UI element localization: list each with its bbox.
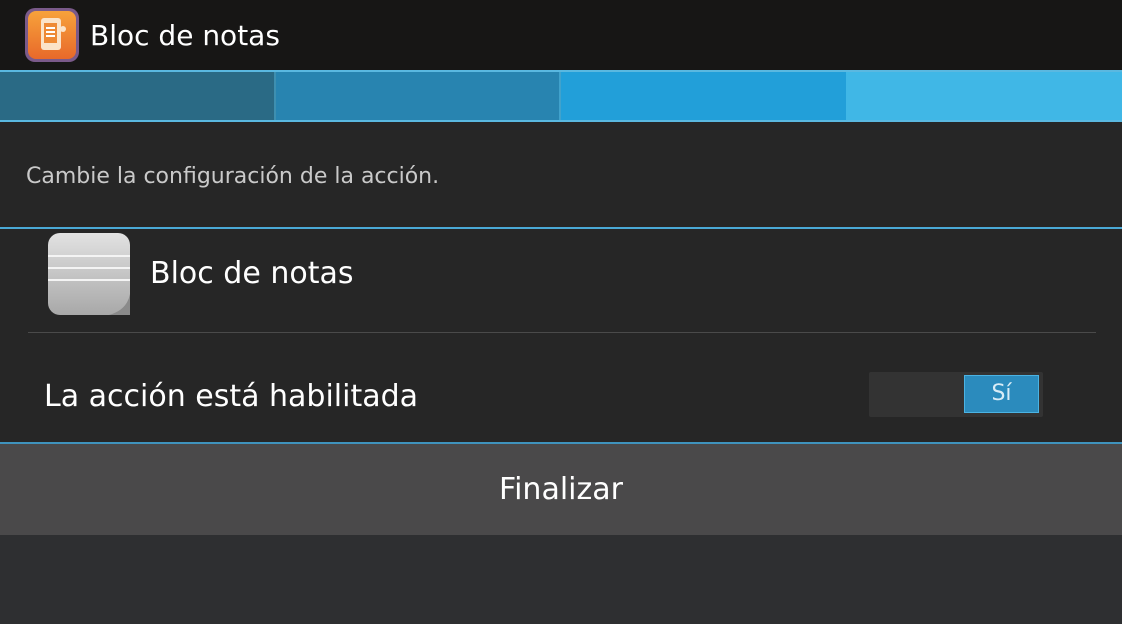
notepad-app-icon[interactable] [24, 7, 80, 63]
app-title: Bloc de notas [90, 19, 280, 52]
row-divider [28, 332, 1096, 333]
selected-app-label: Bloc de notas [150, 256, 354, 291]
action-bar: Bloc de notas [0, 0, 1122, 70]
step-4-segment-current [846, 72, 1122, 120]
toggle-on-thumb: Sí [964, 375, 1039, 413]
step-3-segment [561, 72, 846, 120]
selected-app-row[interactable]: Bloc de notas [0, 229, 1122, 333]
screen: Bloc de notas Cambie la configuración de… [0, 0, 1122, 624]
wizard-step-indicator [0, 70, 1122, 122]
notes-icon [48, 233, 130, 315]
action-enabled-toggle[interactable]: Sí [869, 372, 1043, 417]
description-text: Cambie la configuración de la acción. [26, 164, 440, 189]
step-2-segment [276, 72, 561, 120]
action-enabled-label: La acción está habilitada [44, 379, 419, 414]
step-1-segment [0, 72, 276, 120]
finish-button[interactable]: Finalizar [0, 444, 1122, 535]
